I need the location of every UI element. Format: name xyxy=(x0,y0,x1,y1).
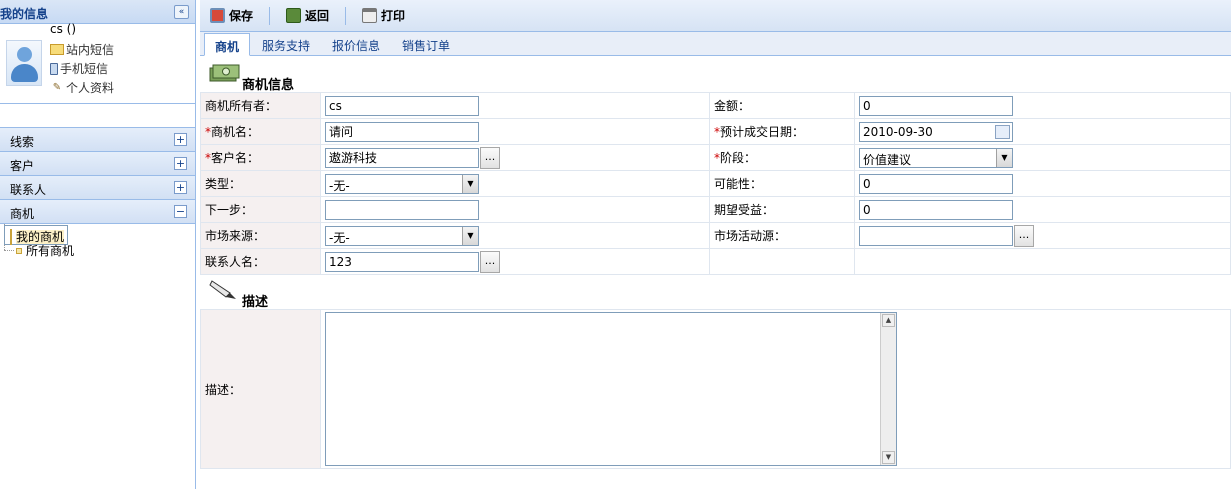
collapse-icon[interactable]: − xyxy=(174,205,187,218)
save-button[interactable]: 保存 xyxy=(208,5,255,27)
scroll-down-icon[interactable]: ▼ xyxy=(882,451,895,464)
stage-label: 阶段： xyxy=(720,151,757,165)
campaign-source-field[interactable] xyxy=(859,225,1013,246)
type-select[interactable]: -无- ▼ xyxy=(325,173,479,194)
tree-item-label: 所有商机 xyxy=(26,244,75,258)
toolbar: 保存 返回 打印 xyxy=(200,0,1231,32)
pen-icon xyxy=(209,280,236,299)
collapse-sidebar-icon[interactable]: « xyxy=(174,5,189,19)
scrollbar[interactable]: ▲ ▼ xyxy=(880,313,896,465)
accordion-opportunities-label: 商机 xyxy=(10,207,35,221)
customer-label: 客户名： xyxy=(211,151,260,165)
dropdown-arrow-icon: ▼ xyxy=(462,226,478,245)
sms-link[interactable]: 手机短信 xyxy=(50,60,108,77)
probability-label: 可能性： xyxy=(709,170,855,197)
expand-icon[interactable]: + xyxy=(174,181,187,194)
market-source-value: -无- xyxy=(329,230,350,245)
close-date-field[interactable]: 2010-09-30 xyxy=(859,121,1013,142)
tab-quotes[interactable]: 报价信息 xyxy=(322,33,390,55)
accordion-contacts[interactable]: 联系人 + xyxy=(0,176,195,200)
internal-message-label: 站内短信 xyxy=(66,43,115,57)
opportunity-tree: 我的商机 所有商机 xyxy=(0,224,195,264)
edit-icon: ✎ xyxy=(52,82,62,93)
probability-field[interactable]: 0 xyxy=(859,173,1013,194)
amount-label: 金额： xyxy=(709,92,855,119)
section-title-info: 商机信息 xyxy=(242,78,295,93)
sms-label: 手机短信 xyxy=(60,62,109,76)
back-icon xyxy=(286,8,302,23)
dropdown-arrow-icon: ▼ xyxy=(462,174,478,193)
mail-icon xyxy=(50,44,64,55)
description-section: 描述 xyxy=(200,275,1231,310)
accordion-leads-label: 线索 xyxy=(10,135,35,149)
tab-sales-orders[interactable]: 销售订单 xyxy=(392,33,460,55)
avatar xyxy=(6,40,42,86)
accordion-opportunities[interactable]: 商机 − xyxy=(0,200,195,224)
tree-item-all-opportunities[interactable]: 所有商机 xyxy=(4,242,74,259)
owner-field[interactable]: cs xyxy=(325,95,479,116)
accordion-leads[interactable]: 线索 + xyxy=(0,128,195,152)
phone-icon xyxy=(50,62,58,75)
accordion-contacts-label: 联系人 xyxy=(10,183,47,197)
sidebar: 我的信息 « cs () 站内短信 手机短信 ✎ 个人资料 线索 + 客户 + … xyxy=(0,0,196,489)
money-icon xyxy=(209,64,240,82)
print-label: 打印 xyxy=(381,9,406,23)
profile-link[interactable]: ✎ 个人资料 xyxy=(50,79,114,96)
calendar-icon[interactable] xyxy=(995,124,1010,139)
leaf-icon xyxy=(16,247,22,254)
contact-lookup-button[interactable]: ... xyxy=(480,250,500,273)
contact-label: 联系人名： xyxy=(200,248,321,275)
name-field[interactable]: 请问 xyxy=(325,121,479,142)
back-button[interactable]: 返回 xyxy=(284,5,331,27)
profile-panel: cs () 站内短信 手机短信 ✎ 个人资料 xyxy=(0,22,195,104)
my-info-title: 我的信息 xyxy=(0,7,49,21)
tab-service-support[interactable]: 服务支持 xyxy=(252,33,320,55)
tab-opportunity[interactable]: 商机 xyxy=(204,33,251,56)
accordion-customers-label: 客户 xyxy=(10,159,35,173)
description-textarea[interactable]: ▲ ▼ xyxy=(325,312,897,466)
name-label: 商机名： xyxy=(211,125,260,139)
accordion-customers[interactable]: 客户 + xyxy=(0,152,195,176)
my-info-header: 我的信息 « xyxy=(0,0,195,24)
type-value: -无- xyxy=(329,178,350,193)
expand-icon[interactable]: + xyxy=(174,157,187,170)
back-label: 返回 xyxy=(305,9,330,23)
dropdown-arrow-icon: ▼ xyxy=(996,148,1012,167)
expand-icon[interactable]: + xyxy=(174,133,187,146)
print-icon xyxy=(362,8,378,23)
username: cs () xyxy=(50,22,77,36)
save-icon xyxy=(210,8,225,23)
stage-select[interactable]: 价值建议 ▼ xyxy=(859,147,1013,168)
description-form: 描述： ▲ ▼ xyxy=(200,309,1231,469)
save-label: 保存 xyxy=(229,9,254,23)
market-source-label: 市场来源： xyxy=(200,222,321,249)
customer-lookup-button[interactable]: ... xyxy=(480,146,500,169)
profile-label: 个人资料 xyxy=(66,81,115,95)
contact-field[interactable]: 123 xyxy=(325,251,479,272)
stage-value: 价值建议 xyxy=(863,152,912,167)
internal-message-link[interactable]: 站内短信 xyxy=(50,41,114,58)
customer-field[interactable]: 遨游科技 xyxy=(325,147,479,168)
main-panel: 保存 返回 打印 商机 服务支持 报价信息 销售订单 商机信息 商机所有者： c… xyxy=(200,0,1231,489)
next-step-label: 下一步： xyxy=(200,196,321,223)
section-title-description: 描述 xyxy=(242,295,269,310)
expected-return-label: 期望受益： xyxy=(709,196,855,223)
type-label: 类型： xyxy=(200,170,321,197)
market-source-select[interactable]: -无- ▼ xyxy=(325,225,479,246)
print-button[interactable]: 打印 xyxy=(360,5,407,27)
campaign-lookup-button[interactable]: ... xyxy=(1014,224,1034,247)
next-step-field[interactable] xyxy=(325,199,479,220)
description-label: 描述： xyxy=(200,309,321,469)
opportunity-info-section: 商机信息 xyxy=(200,56,1231,93)
close-date-label: 预计成交日期： xyxy=(720,125,805,139)
owner-label: 商机所有者： xyxy=(200,92,321,119)
close-date-value: 2010-09-30 xyxy=(863,124,933,139)
campaign-source-label: 市场活动源： xyxy=(709,222,855,249)
opportunity-form: 商机所有者： cs 金额： 0 *商机名： 请问 *预计成交日期： 2010-0… xyxy=(200,92,1231,275)
scroll-up-icon[interactable]: ▲ xyxy=(882,314,895,327)
expected-return-field[interactable]: 0 xyxy=(859,199,1013,220)
amount-field[interactable]: 0 xyxy=(859,95,1013,116)
tab-bar: 商机 服务支持 报价信息 销售订单 xyxy=(200,32,1231,56)
